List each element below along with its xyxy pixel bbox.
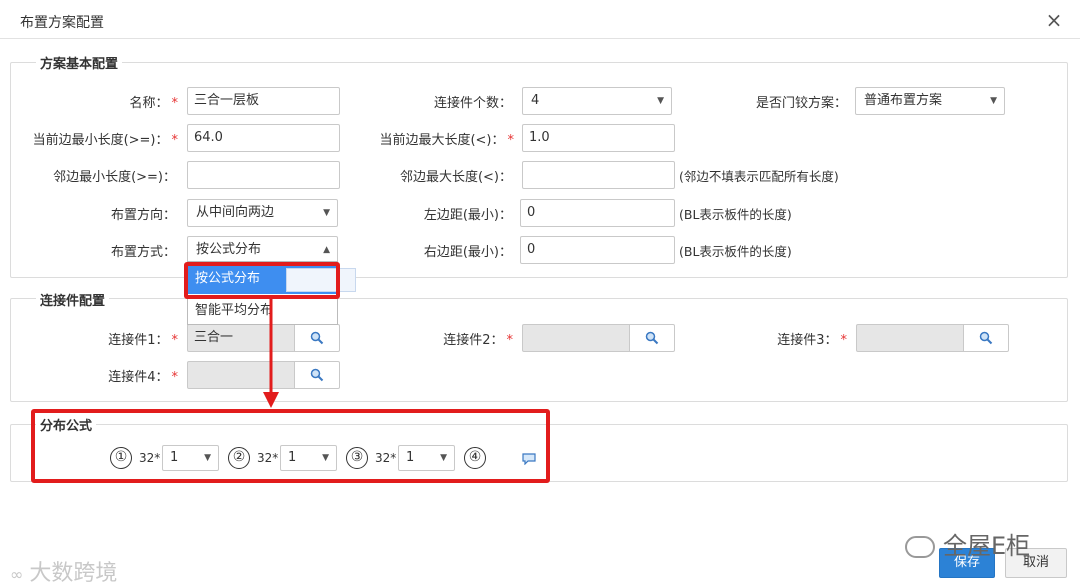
direction-label: 布置方向： [110, 208, 176, 223]
connector2-search-button[interactable] [629, 324, 675, 352]
adj-max-input[interactable] [522, 161, 675, 189]
left-margin-label: 左边距(最小)： [423, 208, 512, 223]
search-icon [310, 331, 324, 345]
search-icon [645, 331, 659, 345]
name-input[interactable]: 三合一层板 [187, 87, 340, 115]
connector3-label: 连接件3： * [777, 333, 847, 348]
connector1-label: 连接件1： * [108, 333, 178, 348]
connector2-label: 连接件2： * [443, 333, 513, 348]
method-select[interactable]: 按公式分布 ▲ [187, 236, 338, 264]
adj-max-label: 邻边最大长度(<)： [399, 170, 512, 185]
watermark-logo-icon: ∞ [10, 565, 24, 584]
chevron-down-icon: ▼ [990, 96, 997, 106]
search-icon [979, 331, 993, 345]
cur-max-label: 当前边最大长度(<)： * [379, 133, 514, 148]
name-label: 名称： * [129, 96, 178, 111]
connector4-label: 连接件4： * [108, 370, 178, 385]
option-annotation-box [184, 262, 340, 299]
connector1-search-button[interactable] [294, 324, 340, 352]
chevron-down-icon: ▼ [657, 96, 664, 106]
connector2-input[interactable] [522, 324, 630, 352]
connector3-input[interactable] [856, 324, 964, 352]
chevron-up-icon: ▲ [323, 245, 330, 255]
method-label: 布置方式： [110, 245, 176, 260]
search-icon [310, 368, 324, 382]
connector3-search-button[interactable] [963, 324, 1009, 352]
formula-annotation-box [31, 409, 550, 483]
close-icon[interactable]: × [1042, 8, 1066, 32]
connector-count-select[interactable]: 4 ▼ [522, 87, 672, 115]
wechat-icon [905, 536, 935, 558]
right-margin-input[interactable]: 0 [520, 236, 675, 264]
dialog-title: 布置方案配置 [20, 15, 104, 31]
left-margin-hint: (BL表示板件的长度) [679, 207, 792, 222]
watermark-right: 全屋E柜 [905, 526, 1030, 561]
connector-count-label: 连接件个数： [433, 96, 512, 111]
connector-config-legend: 连接件配置 [36, 290, 110, 309]
connector4-search-button[interactable] [294, 361, 340, 389]
adj-min-input[interactable] [187, 161, 340, 189]
right-margin-hint: (BL表示板件的长度) [679, 244, 792, 259]
door-hinge-select[interactable]: 普通布置方案 ▼ [855, 87, 1005, 115]
annotation-arrow [263, 296, 279, 408]
door-hinge-label: 是否门铰方案： [755, 96, 847, 111]
adj-min-label: 邻边最小长度(>=)： [53, 170, 176, 185]
cur-min-label: 当前边最小长度(>=)： * [32, 133, 178, 148]
basic-config-legend: 方案基本配置 [36, 53, 123, 72]
cur-max-input[interactable]: 1.0 [522, 124, 675, 152]
adj-max-hint: (邻边不填表示匹配所有长度) [679, 169, 839, 184]
right-margin-label: 右边距(最小)： [423, 245, 512, 260]
header-divider [0, 38, 1080, 39]
left-margin-input[interactable]: 0 [520, 199, 675, 227]
direction-select[interactable]: 从中间向两边 ▼ [187, 199, 338, 227]
chevron-down-icon: ▼ [323, 208, 330, 218]
cur-min-input[interactable]: 64.0 [187, 124, 340, 152]
watermark-left: ∞ 大数跨境 [10, 561, 118, 586]
